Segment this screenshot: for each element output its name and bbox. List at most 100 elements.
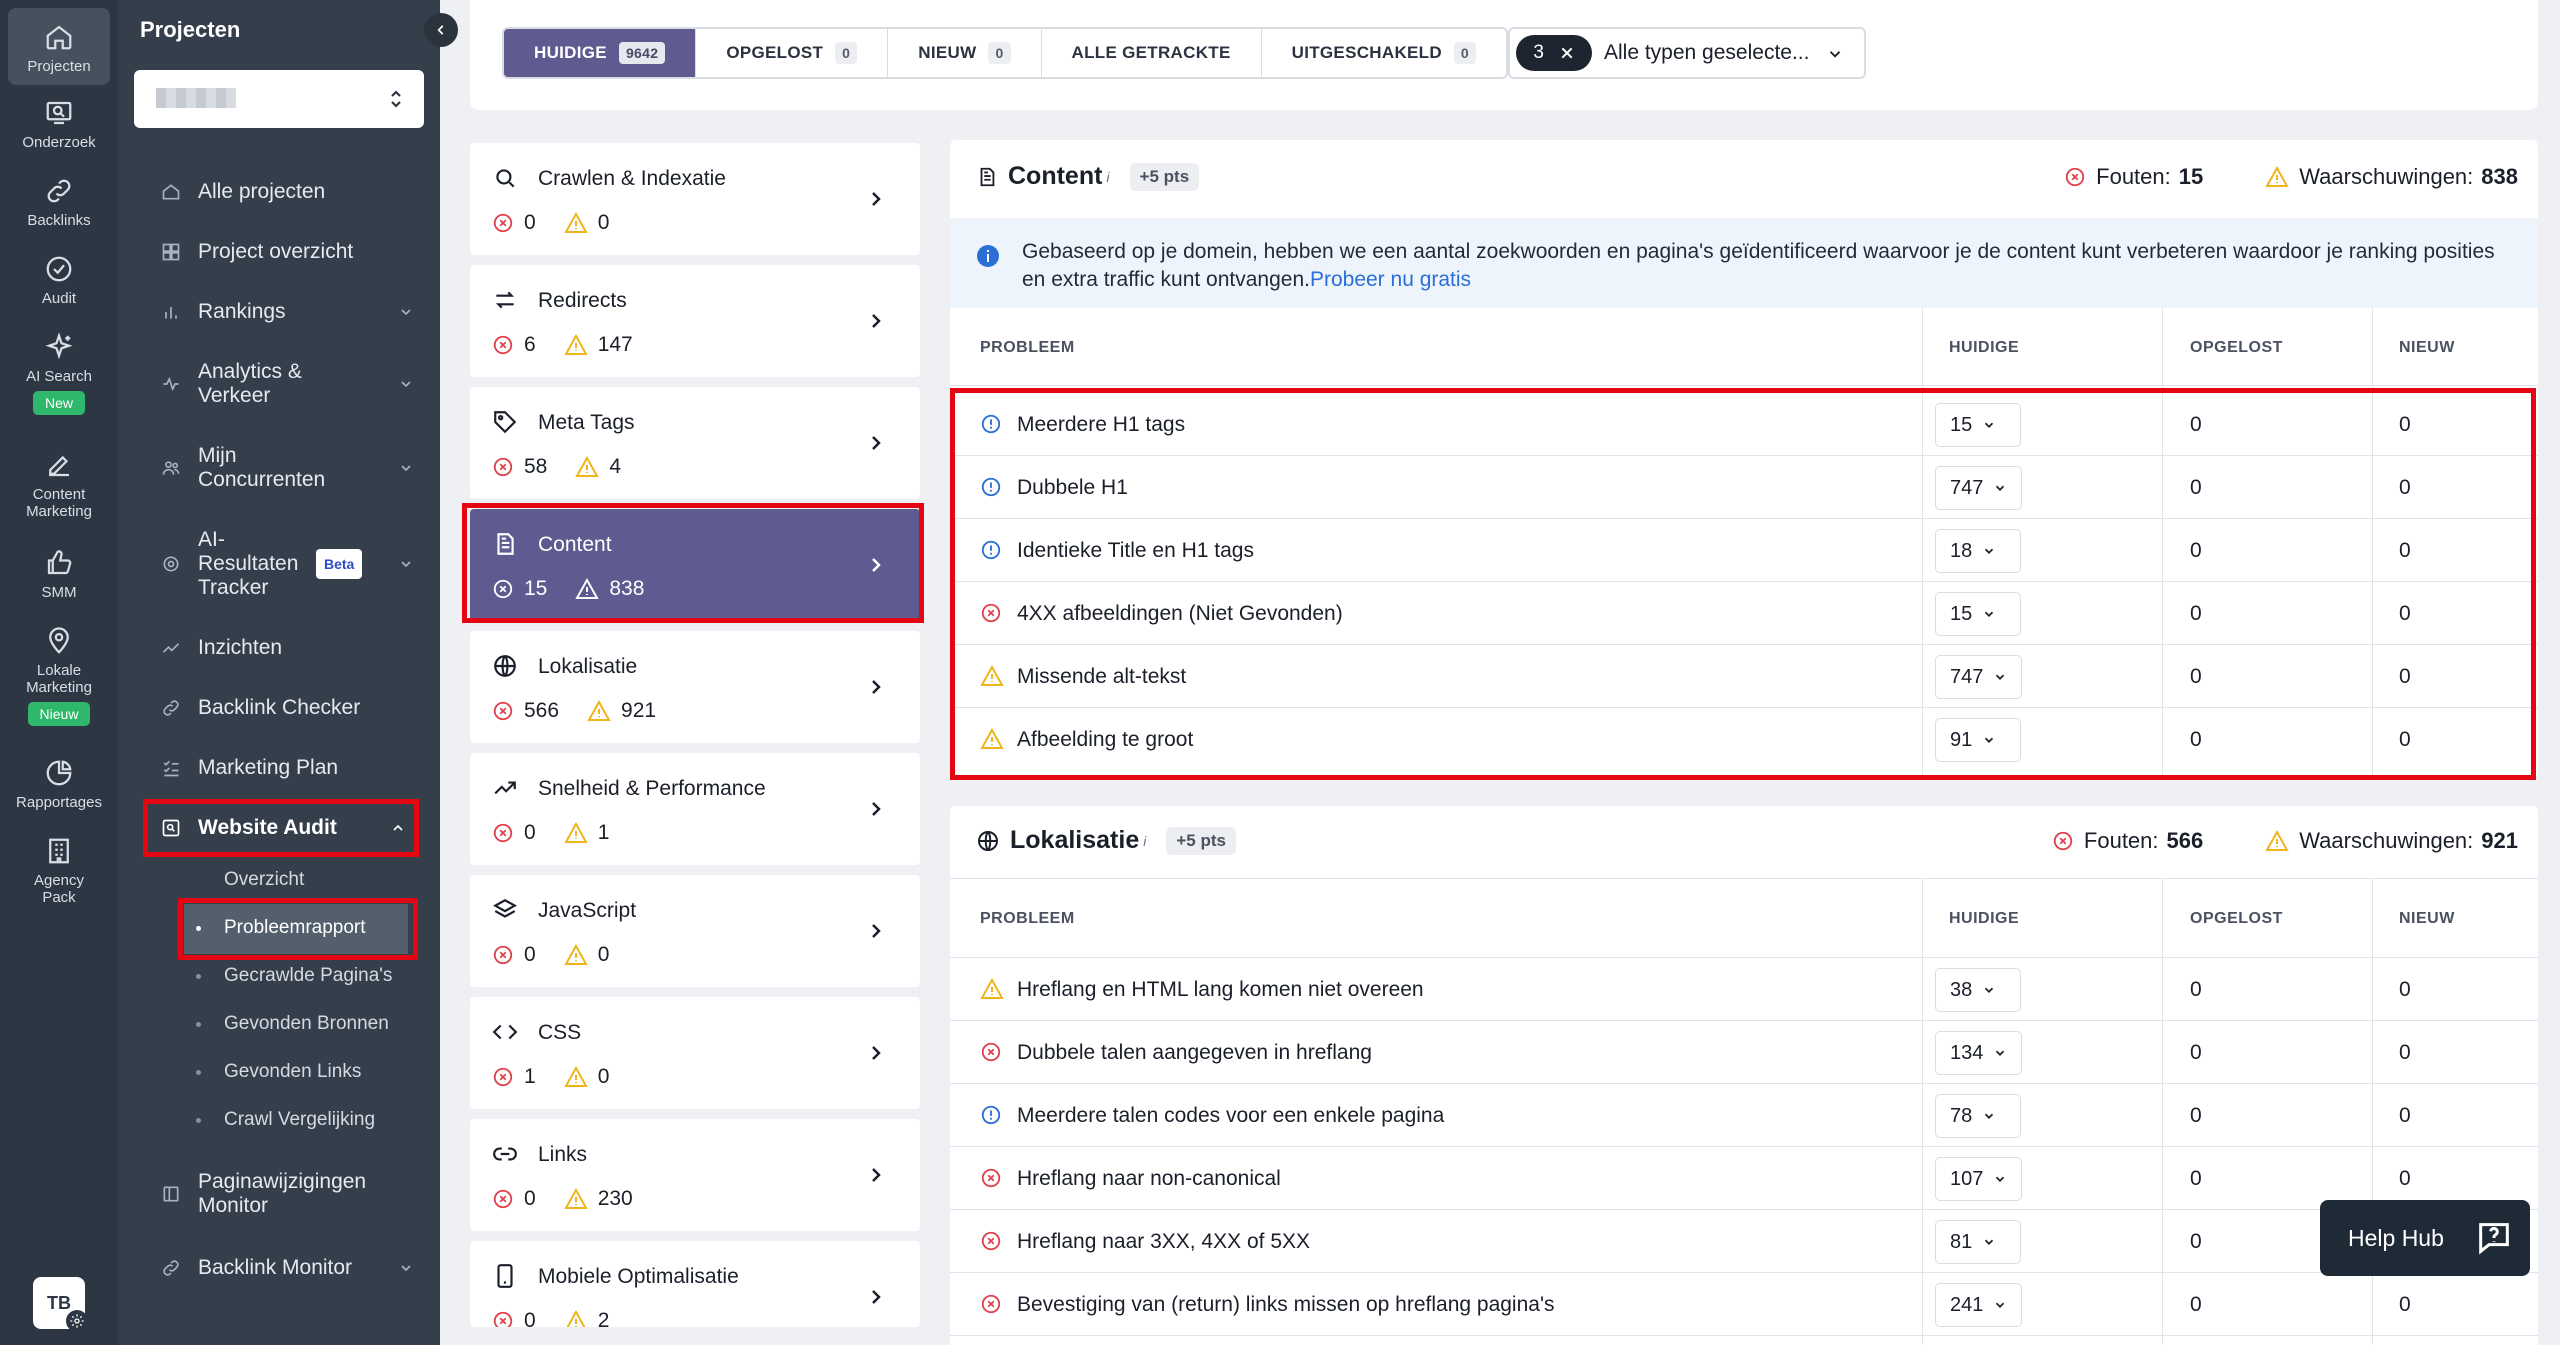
issue-type-select[interactable]: 3 Alle typen geselecte... — [1508, 27, 1866, 79]
nav-item-inzichten[interactable]: Inzichten — [160, 636, 424, 660]
nav-item-rankings[interactable]: Rankings — [160, 300, 424, 324]
settings-gear-icon[interactable] — [66, 1310, 88, 1332]
redirect-arrows-icon — [492, 287, 518, 313]
tab-opgelost[interactable]: OPGELOST 0 — [696, 29, 889, 77]
try-free-link[interactable]: Probeer nu gratis — [1310, 268, 1471, 291]
rail-agency-pack[interactable]: Agency Pack — [0, 834, 118, 906]
category-crawlen[interactable]: Crawlen & Indexatie 00 — [470, 143, 920, 255]
rail-ai-search[interactable]: AI Search New — [0, 330, 118, 415]
nav-title: Projecten — [140, 17, 241, 42]
panel-summary: Fouten: 15 Waarschuwingen: 838 — [2064, 164, 2518, 190]
table-row[interactable]: Hreflang naar 3XX, 4XX of 5XX 81 0 0 — [950, 1210, 2538, 1273]
sub-item-gevonden-links[interactable]: Gevonden Links — [224, 1061, 361, 1083]
category-mobiele[interactable]: Mobiele Optimalisatie 02 — [470, 1241, 920, 1327]
nav-item-concurrenten[interactable]: Mijn Concurrenten — [160, 444, 424, 492]
chevron-right-icon — [868, 677, 884, 697]
category-meta-tags[interactable]: Meta Tags 58 4 — [470, 387, 920, 499]
category-redirects[interactable]: Redirects 6 147 — [470, 265, 920, 377]
error-icon — [492, 212, 514, 234]
table-row[interactable]: Meerdere talen codes voor een enkele pag… — [950, 1084, 2538, 1147]
current-count-dropdown[interactable]: 78 — [1935, 1094, 2021, 1138]
category-javascript[interactable]: JavaScript 00 — [470, 875, 920, 987]
current-count-dropdown[interactable]: 38 — [1935, 968, 2021, 1012]
current-count-dropdown[interactable]: 134 — [1935, 1031, 2023, 1075]
research-icon — [42, 96, 76, 130]
tab-nieuw[interactable]: NIEUW 0 — [888, 29, 1042, 77]
table-row[interactable]: Bevestiging van (return) links missen op… — [950, 1273, 2538, 1336]
table-row[interactable]: Dubbele talen aangegeven in hreflang 134… — [950, 1021, 2538, 1084]
chat-question-icon — [2474, 1218, 2514, 1258]
rail-smm[interactable]: SMM — [0, 546, 118, 601]
bar-chart-icon — [160, 301, 182, 323]
current-count-dropdown[interactable]: 81 — [1935, 1220, 2021, 1264]
rail-backlinks[interactable]: Backlinks — [0, 174, 118, 229]
sub-item-gecrawlde-paginas[interactable]: Gecrawlde Pagina's — [224, 965, 392, 987]
warning-icon — [563, 944, 588, 966]
warning-icon — [587, 700, 611, 722]
nav-item-alle-projecten[interactable]: Alle projecten — [160, 180, 424, 204]
bullet — [196, 974, 201, 979]
sub-item-crawl-vergelijking[interactable]: Crawl Vergelijking — [224, 1109, 375, 1131]
tab-huidige[interactable]: HUIDIGE 9642 — [504, 29, 697, 77]
info-superscript[interactable]: i — [1143, 833, 1146, 849]
nav-item-paginawijzigingen[interactable]: Paginawijzigingen Monitor — [160, 1170, 424, 1218]
table-row[interactable]: Hreflang naar non-canonical 107 0 0 — [950, 1147, 2538, 1210]
document-icon — [976, 164, 998, 190]
sub-item-overzicht[interactable]: Overzicht — [224, 869, 304, 891]
warning-icon — [564, 1310, 588, 1327]
project-name-redacted — [156, 88, 236, 108]
bullet — [196, 1118, 201, 1123]
close-icon[interactable] — [1559, 45, 1575, 61]
tab-uitgeschakeld[interactable]: UITGESCHAKELD 0 — [1262, 29, 1506, 77]
rail-lokale-marketing[interactable]: Lokale Marketing Nieuw — [0, 624, 118, 726]
project-select[interactable] — [134, 70, 424, 128]
rail-content-marketing[interactable]: Content Marketing — [0, 448, 118, 520]
info-superscript[interactable]: i — [1106, 169, 1109, 185]
error-icon — [2052, 830, 2074, 852]
chevron-right-icon — [868, 1287, 884, 1307]
nav-item-project-overzicht[interactable]: Project overzicht — [160, 240, 424, 264]
nav-item-backlink-monitor[interactable]: Backlink Monitor — [160, 1256, 424, 1280]
info-banner: Gebaseerd op je domein, hebben we een aa… — [950, 218, 2538, 308]
category-snelheid[interactable]: Snelheid & Performance 01 — [470, 753, 920, 865]
panel-title: Lokalisatie i +5 pts — [976, 826, 1236, 855]
points-badge: +5 pts — [1129, 162, 1200, 191]
help-hub-button[interactable]: Help Hub — [2320, 1200, 2530, 1276]
nav-item-marketing-plan[interactable]: Marketing Plan — [160, 756, 424, 780]
collapse-sidebar-button[interactable] — [424, 13, 458, 47]
lokalisatie-panel: Lokalisatie i +5 pts Fouten: 566 Waarschuw… — [950, 806, 2538, 1345]
warning-icon — [2265, 830, 2289, 852]
panel-summary: Fouten: 566 Waarschuwingen: 921 — [2052, 828, 2518, 854]
category-css[interactable]: CSS 10 — [470, 997, 920, 1109]
current-count-dropdown[interactable]: 107 — [1935, 1157, 2023, 1201]
chevron-right-icon — [868, 189, 884, 209]
category-lokalisatie[interactable]: Lokalisatie 566 921 — [470, 631, 920, 743]
layers-icon — [492, 897, 518, 923]
chevron-right-icon — [868, 311, 884, 331]
nav-item-analytics[interactable]: Analytics & Verkeer — [160, 360, 424, 408]
rail-rapportages[interactable]: Rapportages — [0, 756, 118, 811]
thumbs-up-icon — [42, 546, 76, 580]
tab-alle-getrackte[interactable]: ALLE GETRACKTE — [1042, 29, 1262, 77]
error-icon — [492, 1066, 514, 1088]
warning-icon — [563, 1066, 588, 1088]
book-icon — [160, 1183, 182, 1205]
rail-audit[interactable]: Audit — [0, 252, 118, 307]
table-row[interactable]: Hreflang en HTML lang komen niet overeen… — [950, 958, 2538, 1021]
warning-icon — [563, 334, 588, 356]
chevron-down-icon — [1982, 983, 1996, 997]
globe-icon — [976, 829, 1000, 853]
type-count-chip[interactable]: 3 — [1516, 35, 1592, 71]
sub-item-gevonden-bronnen[interactable]: Gevonden Bronnen — [224, 1013, 389, 1035]
rail-onderzoek[interactable]: Onderzoek — [0, 96, 118, 151]
chevron-right-icon — [868, 799, 884, 819]
trend-icon — [160, 637, 182, 659]
current-count-dropdown[interactable]: 241 — [1935, 1283, 2023, 1327]
nav-item-website-audit[interactable]: Website Audit — [160, 816, 424, 840]
error-icon — [980, 1041, 1002, 1063]
category-links[interactable]: Links 0 230 — [470, 1119, 920, 1231]
nav-item-ai-tracker[interactable]: AI-Resultaten Tracker Beta — [160, 528, 424, 600]
filter-bar: HUIDIGE 9642 OPGELOST 0 NIEUW 0 ALLE GETRAC… — [470, 0, 2538, 110]
nav-item-backlink-checker[interactable]: Backlink Checker — [160, 696, 424, 720]
rail-projecten[interactable]: Projecten — [8, 8, 110, 85]
